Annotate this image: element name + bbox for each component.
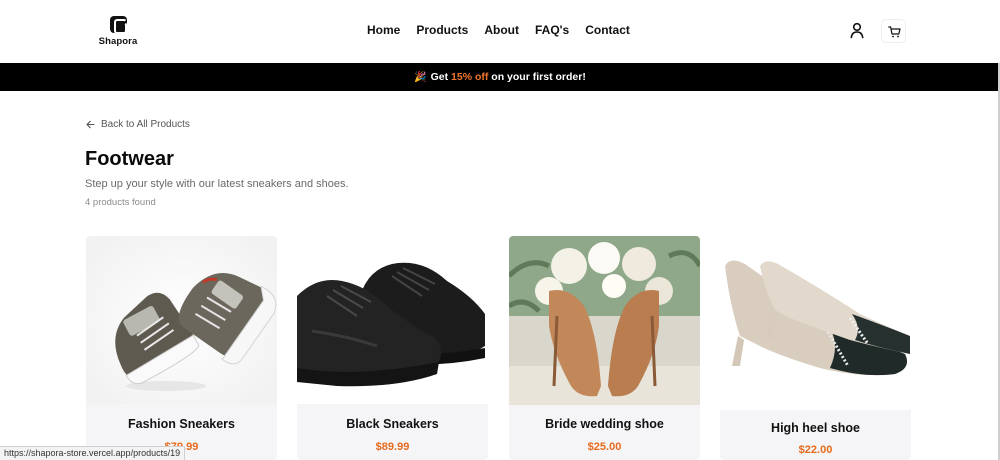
logo-text: Shapora (98, 36, 138, 47)
promo-prefix: Get (430, 71, 452, 83)
site-header: Shapora Home Products About FAQ's Contac… (0, 0, 1000, 63)
product-image-high-heel-shoe[interactable] (720, 236, 911, 410)
product-name[interactable]: Fashion Sneakers (86, 417, 277, 431)
product-count: 4 products found (85, 197, 156, 208)
product-card-black-sneakers[interactable]: Black Sneakers $89.99 (297, 236, 488, 460)
nav-about[interactable]: About (484, 23, 519, 37)
product-name[interactable]: Bride wedding shoe (509, 417, 700, 431)
cart-icon (888, 26, 901, 38)
product-card-bride-wedding-shoe[interactable]: Bride wedding shoe $25.00 (509, 236, 700, 460)
page-title: Footwear (85, 148, 174, 170)
product-image-fashion-sneakers[interactable] (86, 236, 277, 404)
nav-contact[interactable]: Contact (585, 23, 630, 37)
promo-banner: 🎉 Get 15% off on your first order! (0, 63, 1000, 91)
logo-icon (109, 16, 127, 34)
page-subtitle: Step up your style with our latest sneak… (85, 178, 349, 190)
nav-faqs[interactable]: FAQ's (535, 23, 569, 37)
user-icon[interactable] (849, 22, 865, 39)
promo-suffix: on your first order! (488, 71, 586, 83)
back-to-products-link[interactable]: Back to All Products (86, 119, 190, 130)
party-popper-icon: 🎉 (414, 72, 427, 83)
product-price: $22.00 (798, 444, 833, 456)
back-link-label: Back to All Products (101, 119, 190, 130)
status-bar-url: https://shapora-store.vercel.app/product… (0, 446, 186, 460)
arrow-left-icon (86, 120, 95, 129)
product-image-black-sneakers[interactable] (297, 236, 488, 404)
promo-highlight: 15% off (451, 71, 489, 83)
product-price: $89.99 (375, 441, 410, 453)
product-card-high-heel-shoe[interactable]: High heel shoe $22.00 (720, 236, 911, 460)
nav-home[interactable]: Home (367, 23, 400, 37)
product-name[interactable]: Black Sneakers (297, 417, 488, 431)
product-name[interactable]: High heel shoe (720, 421, 911, 435)
product-card-fashion-sneakers[interactable]: Fashion Sneakers $79.99 (86, 236, 277, 460)
product-price: $25.00 (587, 441, 622, 453)
nav-products[interactable]: Products (416, 23, 468, 37)
product-image-bride-wedding-shoe[interactable] (509, 236, 700, 405)
main-nav: Home Products About FAQ's Contact (367, 23, 630, 37)
logo[interactable]: Shapora (95, 16, 141, 47)
cart-button[interactable] (881, 19, 906, 43)
